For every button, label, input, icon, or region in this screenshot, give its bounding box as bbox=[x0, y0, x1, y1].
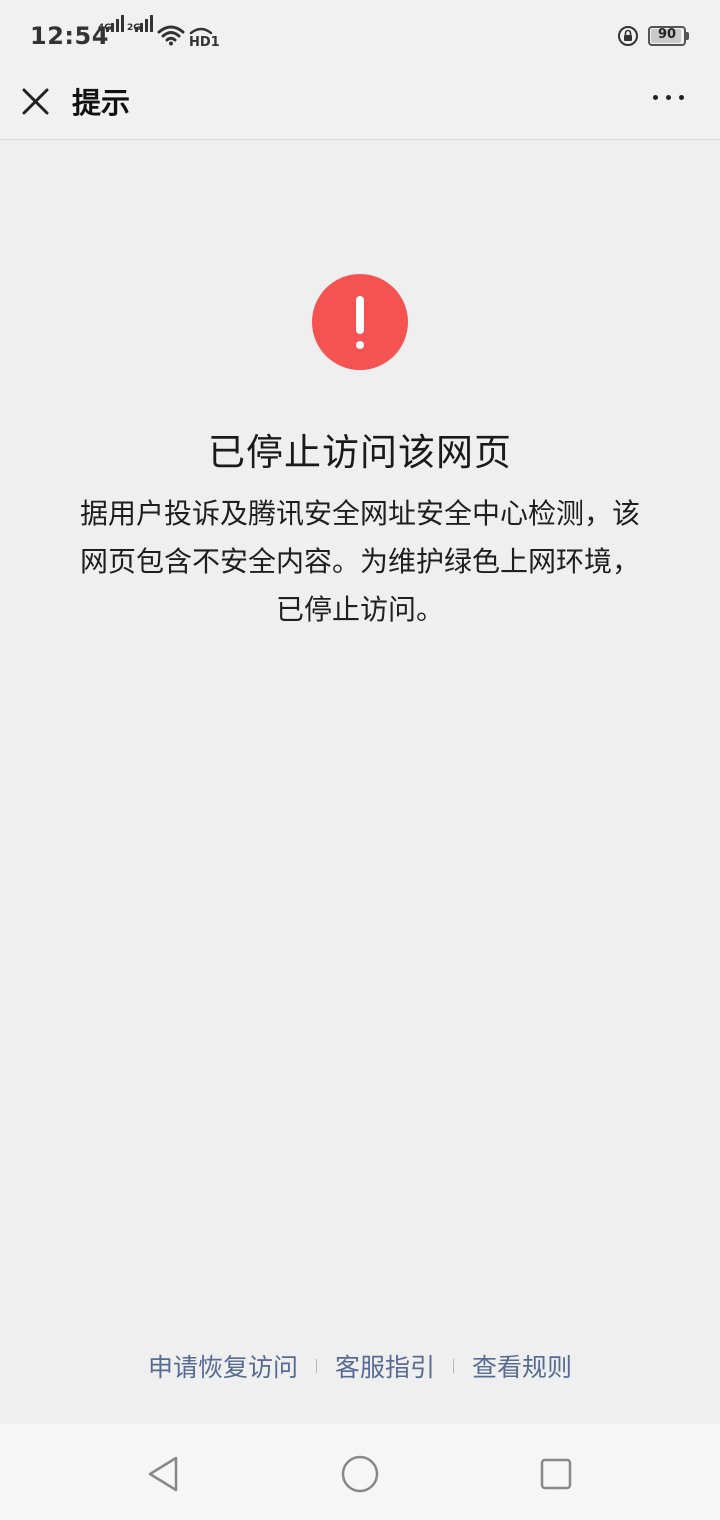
page: 12:54 4G 2G HD1 90 提示 已停止访问该网页 据用户投诉及腾讯安… bbox=[0, 0, 720, 1520]
nav-bar: 提示 bbox=[0, 72, 720, 140]
recents-icon bbox=[540, 1458, 572, 1490]
hd-icon: HD1 bbox=[189, 27, 220, 48]
more-button[interactable] bbox=[644, 80, 694, 116]
appeal-link[interactable]: 申请恢复访问 bbox=[144, 1348, 302, 1384]
warning-title: 已停止访问该网页 bbox=[208, 431, 512, 474]
description-line: 已停止访问。 bbox=[275, 593, 444, 626]
rotation-lock-icon bbox=[618, 26, 638, 46]
more-icon-dot bbox=[653, 95, 658, 100]
hd-label: HD1 bbox=[189, 35, 220, 48]
status-bar: 12:54 4G 2G HD1 90 bbox=[0, 0, 720, 72]
signal-2g-label: 2G bbox=[127, 23, 141, 33]
support-guide-link[interactable]: 客服指引 bbox=[331, 1348, 439, 1384]
battery-level: 90 bbox=[657, 27, 677, 42]
signal-2g-icon: 2G bbox=[127, 15, 153, 48]
link-divider bbox=[453, 1359, 454, 1373]
signal-4g-label: 4G bbox=[98, 23, 112, 33]
signal-4g-icon: 4G bbox=[98, 15, 124, 48]
home-button[interactable] bbox=[338, 1452, 382, 1496]
recents-button[interactable] bbox=[534, 1452, 578, 1496]
more-icon-dot bbox=[679, 95, 684, 100]
description-line: 据用户投诉及腾讯安全网址安全中心检测，该 bbox=[79, 497, 640, 530]
battery-icon: 90 bbox=[648, 26, 686, 46]
footer-links: 申请恢复访问 客服指引 查看规则 bbox=[0, 1348, 720, 1384]
view-rules-link[interactable]: 查看规则 bbox=[468, 1348, 576, 1384]
back-icon bbox=[148, 1456, 178, 1492]
warning-description: 据用户投诉及腾讯安全网址安全中心检测，该 网页包含不安全内容。为维护绿色上网环境… bbox=[56, 490, 664, 634]
close-button[interactable] bbox=[14, 78, 58, 122]
home-icon bbox=[341, 1455, 379, 1493]
battery-tip bbox=[686, 32, 689, 40]
page-title: 提示 bbox=[72, 86, 131, 120]
more-icon-dot bbox=[666, 95, 671, 100]
link-divider bbox=[315, 1359, 317, 1373]
exclamation-icon bbox=[312, 274, 408, 370]
description-line: 网页包含不安全内容。为维护绿色上网环境， bbox=[79, 545, 640, 578]
wifi-icon bbox=[157, 25, 185, 46]
close-icon bbox=[22, 88, 49, 115]
back-button[interactable] bbox=[142, 1452, 186, 1496]
system-nav-bar bbox=[0, 1424, 720, 1520]
